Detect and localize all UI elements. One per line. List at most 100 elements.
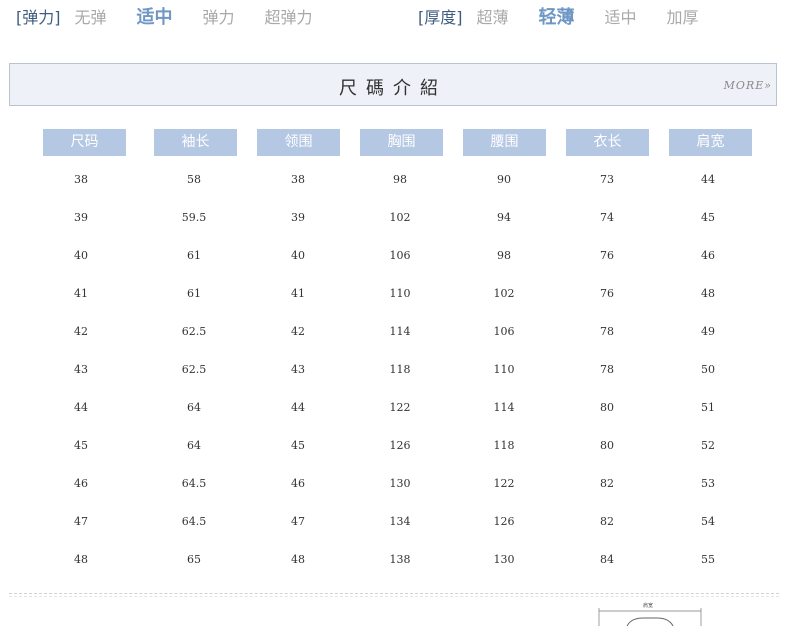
cell-size: 41 [74, 287, 88, 300]
thickness-option-thin: 轻薄 [538, 7, 575, 28]
thickness-row: [厚度] 超薄 轻薄 适中 加厚 [418, 4, 729, 28]
cell-collar: 44 [291, 401, 305, 414]
section-divider [9, 593, 779, 594]
cell-chest: 122 [389, 401, 411, 414]
thickness-option-ultrathin: 超薄 [476, 8, 509, 27]
diagram-shoulder-label: 肩宽 [643, 602, 653, 609]
size-intro-banner: 尺碼介紹 MORE» [9, 63, 777, 106]
elasticity-option-super: 超弹力 [264, 8, 313, 27]
cell-sleeve: 62.5 [181, 325, 207, 338]
cell-size: 39 [74, 211, 88, 224]
cell-collar: 38 [291, 173, 305, 186]
cell-length: 78 [600, 363, 614, 376]
cell-chest: 134 [389, 515, 411, 528]
cell-shoulder: 55 [701, 553, 715, 566]
cell-collar: 43 [291, 363, 305, 376]
cell-chest: 118 [389, 363, 411, 376]
cell-sleeve: 65 [187, 553, 201, 566]
cell-chest: 114 [389, 325, 411, 338]
cell-length: 84 [600, 553, 614, 566]
elasticity-option-medium: 适中 [136, 7, 173, 28]
cell-waist: 106 [493, 325, 515, 338]
cell-chest: 130 [389, 477, 411, 490]
header-sleeve: 袖长 [154, 129, 237, 156]
cell-shoulder: 52 [701, 439, 715, 452]
banner-title: 尺碼介紹 [339, 78, 447, 99]
header-shoulder: 肩宽 [669, 129, 752, 156]
cell-waist: 114 [493, 401, 515, 414]
cell-length: 82 [600, 477, 614, 490]
cell-waist: 126 [493, 515, 515, 528]
cell-size: 44 [74, 401, 88, 414]
thickness-option-thick: 加厚 [666, 8, 699, 27]
header-chest: 胸围 [360, 129, 443, 156]
header-size: 尺码 [43, 129, 126, 156]
cell-chest: 138 [389, 553, 411, 566]
thickness-option-medium: 适中 [604, 8, 637, 27]
cell-size: 43 [74, 363, 88, 376]
cell-waist: 102 [493, 287, 515, 300]
cell-shoulder: 53 [701, 477, 715, 490]
cell-size: 42 [74, 325, 88, 338]
cell-chest: 106 [389, 249, 411, 262]
cell-chest: 110 [389, 287, 411, 300]
cell-length: 78 [600, 325, 614, 338]
cell-shoulder: 54 [701, 515, 715, 528]
cell-size: 47 [74, 515, 88, 528]
cell-sleeve: 59.5 [181, 211, 207, 224]
cell-collar: 39 [291, 211, 305, 224]
cell-collar: 48 [291, 553, 305, 566]
cell-sleeve: 58 [187, 173, 201, 186]
cell-waist: 94 [497, 211, 511, 224]
cell-waist: 130 [493, 553, 515, 566]
cell-sleeve: 64.5 [181, 515, 207, 528]
cell-sleeve: 61 [187, 249, 201, 262]
cell-shoulder: 48 [701, 287, 715, 300]
cell-waist: 110 [493, 363, 515, 376]
cell-size: 38 [74, 173, 88, 186]
header-waist: 腰围 [463, 129, 546, 156]
cell-waist: 118 [493, 439, 515, 452]
cell-size: 46 [74, 477, 88, 490]
cell-shoulder: 46 [701, 249, 715, 262]
cell-size: 48 [74, 553, 88, 566]
cell-collar: 47 [291, 515, 305, 528]
cell-length: 80 [600, 439, 614, 452]
cell-collar: 46 [291, 477, 305, 490]
thickness-label: [厚度] [418, 8, 463, 27]
cell-length: 76 [600, 249, 614, 262]
elasticity-label: [弹力] [16, 8, 61, 27]
cell-length: 80 [600, 401, 614, 414]
cell-sleeve: 62.5 [181, 363, 207, 376]
cell-collar: 45 [291, 439, 305, 452]
elasticity-option-elastic: 弹力 [202, 8, 235, 27]
cell-sleeve: 64 [187, 439, 201, 452]
cell-sleeve: 64.5 [181, 477, 207, 490]
cell-length: 73 [600, 173, 614, 186]
more-link[interactable]: MORE» [724, 79, 772, 92]
elasticity-option-none: 无弹 [74, 8, 107, 27]
cell-shoulder: 51 [701, 401, 715, 414]
cell-collar: 42 [291, 325, 305, 338]
cell-shoulder: 44 [701, 173, 715, 186]
cell-waist: 122 [493, 477, 515, 490]
cell-length: 76 [600, 287, 614, 300]
header-collar: 领围 [257, 129, 340, 156]
cell-chest: 98 [393, 173, 407, 186]
cell-shoulder: 50 [701, 363, 715, 376]
cell-chest: 126 [389, 439, 411, 452]
section-divider-secondary [9, 596, 779, 597]
elasticity-row: [弹力] 无弹 适中 弹力 超弹力 [16, 4, 343, 28]
cell-chest: 102 [389, 211, 411, 224]
cell-collar: 41 [291, 287, 305, 300]
cell-shoulder: 49 [701, 325, 715, 338]
cell-collar: 40 [291, 249, 305, 262]
cell-size: 45 [74, 439, 88, 452]
cell-waist: 90 [497, 173, 511, 186]
cell-waist: 98 [497, 249, 511, 262]
cell-shoulder: 45 [701, 211, 715, 224]
cell-length: 82 [600, 515, 614, 528]
cell-sleeve: 64 [187, 401, 201, 414]
cell-size: 40 [74, 249, 88, 262]
header-length: 衣长 [566, 129, 649, 156]
